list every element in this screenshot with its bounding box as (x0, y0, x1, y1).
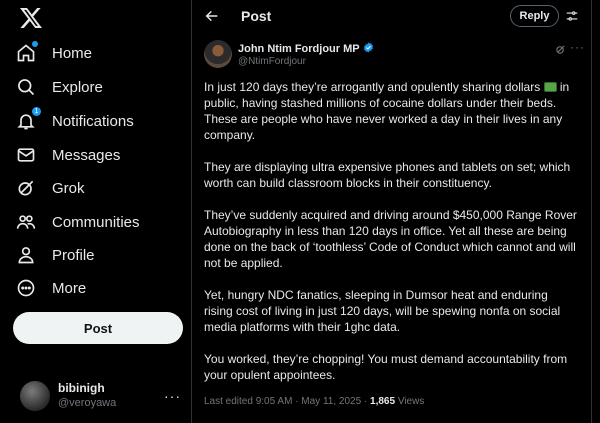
tweet-paragraph: You worked, they’re chopping! You must d… (204, 352, 568, 382)
nav-messages-label: Messages (52, 146, 121, 164)
post-header: Post Reply (192, 0, 591, 33)
nav-home-label: Home (52, 44, 93, 62)
sliders-icon[interactable] (565, 9, 579, 28)
tweet-paragraph: In just 120 days they’re arrogantly and … (204, 80, 570, 142)
notifications-badge: 1 (32, 107, 41, 116)
home-icon (14, 41, 38, 65)
nav-notifications[interactable]: 1 Notifications (14, 104, 134, 138)
tweet-paragraph: They are displaying ultra expensive phon… (204, 160, 571, 190)
account-name: bibinigh (58, 381, 105, 395)
nav-explore[interactable]: Explore (14, 70, 103, 104)
author-avatar[interactable] (204, 40, 232, 68)
nav-more-label: More (52, 279, 87, 297)
nav-communities[interactable]: Communities (14, 205, 140, 239)
sidebar: Home Explore 1 Notifications Messages Gr… (0, 0, 190, 423)
nav-notifications-label: Notifications (52, 112, 134, 130)
author-handle[interactable]: @NtimFordjour (238, 56, 306, 67)
more-horizontal-icon[interactable]: ··· (164, 388, 181, 404)
avatar (20, 381, 50, 411)
nav-grok-label: Grok (52, 179, 85, 197)
grok-icon (14, 176, 38, 200)
views-count: 1,865 (370, 396, 396, 407)
mail-icon (14, 143, 38, 167)
verified-badge-icon (363, 42, 374, 56)
edited-timestamp[interactable]: Last edited 9:05 AM · May 11, 2025 · (204, 396, 370, 407)
person-icon (14, 243, 38, 267)
grok-icon[interactable] (555, 42, 566, 60)
nav-more[interactable]: More (14, 271, 86, 305)
more-circle-icon (14, 276, 38, 300)
post-button[interactable]: Post (13, 312, 183, 344)
money-emoji-icon (543, 82, 557, 92)
back-arrow-icon[interactable] (204, 8, 220, 29)
nav-profile-label: Profile (52, 246, 95, 264)
nav-profile[interactable]: Profile (14, 238, 95, 272)
account-switcher[interactable]: bibinigh @veroyawa ··· (20, 378, 185, 414)
bell-icon: 1 (14, 107, 41, 133)
tweet-paragraph: Yet, hungry NDC fanatics, sleeping in Du… (204, 288, 561, 334)
nav-grok[interactable]: Grok (14, 171, 85, 205)
nav-explore-label: Explore (52, 78, 103, 96)
tweet-paragraph: They’ve suddenly acquired and driving ar… (204, 208, 577, 270)
tweet-meta: Last edited 9:05 AM · May 11, 2025 · 1,8… (204, 396, 424, 407)
nav-messages[interactable]: Messages (14, 138, 120, 172)
home-unread-dot (32, 41, 38, 47)
page-title: Post (241, 8, 272, 24)
main-column: Post Reply John Ntim Fordjour MP @NtimFo… (191, 0, 592, 423)
reply-button[interactable]: Reply (510, 5, 559, 27)
nav-communities-label: Communities (52, 213, 140, 231)
account-handle: @veroyawa (58, 397, 117, 409)
x-logo-icon[interactable] (14, 3, 48, 33)
tweet-author: John Ntim Fordjour MP @NtimFordjour ··· (204, 40, 584, 70)
more-horizontal-icon[interactable]: ··· (570, 40, 585, 54)
views-label: Views (395, 396, 425, 407)
author-name[interactable]: John Ntim Fordjour MP (238, 43, 360, 55)
search-icon (14, 75, 38, 99)
people-icon (14, 210, 38, 234)
nav-home[interactable]: Home (14, 36, 92, 70)
